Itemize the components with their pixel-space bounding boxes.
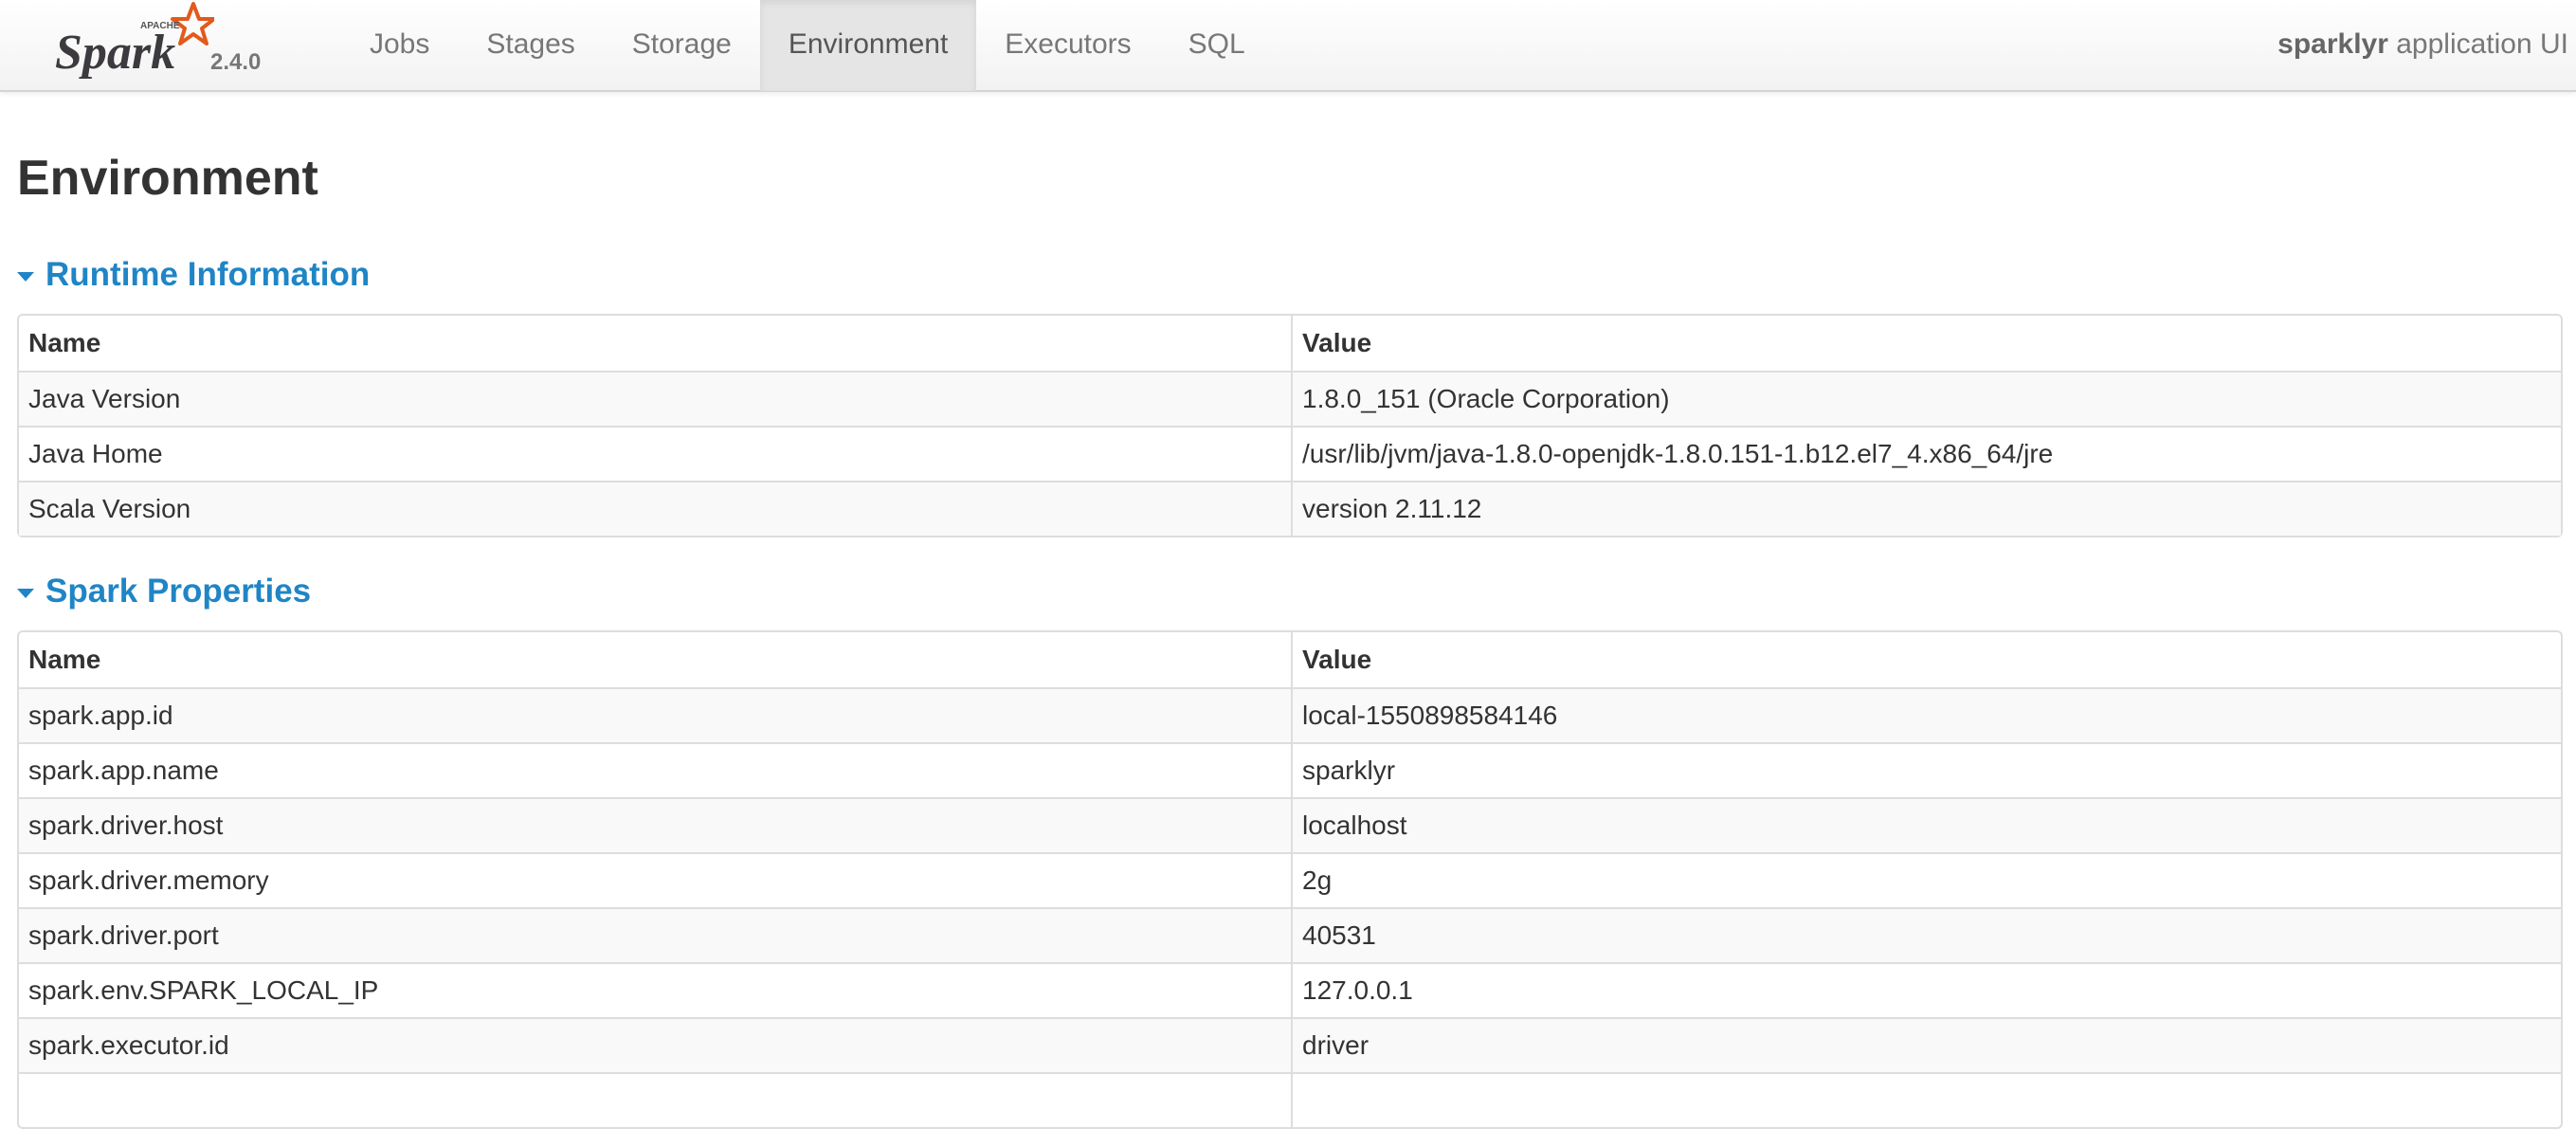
property-name: spark.app.name [19,742,1291,797]
spark-brand[interactable]: APACHE Spark 2.4.0 [53,0,281,91]
tab-environment[interactable]: Environment [759,0,977,91]
column-header-value[interactable]: Value [1291,316,2561,371]
spark-properties-table: Name Value spark.app.id local-1550898584… [17,630,2563,1129]
property-value: /usr/lib/jvm/java-1.8.0-openjdk-1.8.0.15… [1291,426,2561,481]
property-value: sparklyr [1291,742,2561,797]
nav-tabs: Jobs Stages Storage Environment Executor… [341,0,1274,91]
property-name: spark.executor.id [19,1017,1291,1072]
collapse-arrow-icon [17,272,34,282]
runtime-information-header: Runtime Information [45,256,371,293]
property-name: Scala Version [19,481,1291,536]
property-name: spark.app.id [19,687,1291,742]
page-title: Environment [17,151,318,206]
property-value: version 2.11.12 [1291,481,2561,536]
spark-properties-toggle[interactable]: Spark Properties [17,571,311,612]
spark-properties-header: Spark Properties [45,573,312,610]
table-row [19,1072,2561,1127]
property-value: driver [1291,1017,2561,1072]
property-value [1291,1072,2561,1127]
table-row: spark.executor.id driver [19,1017,2561,1072]
property-value: localhost [1291,797,2561,852]
property-value: 40531 [1291,907,2561,962]
tab-storage[interactable]: Storage [604,0,760,91]
property-value: local-1550898584146 [1291,687,2561,742]
table-row: spark.driver.port 40531 [19,907,2561,962]
property-value: 127.0.0.1 [1291,962,2561,1017]
tab-sql[interactable]: SQL [1160,0,1274,91]
runtime-information-toggle[interactable]: Runtime Information [17,254,370,296]
table-row: Java Version 1.8.0_151 (Oracle Corporati… [19,371,2561,426]
application-name: sparklyr application UI [2277,0,2568,89]
table-row: spark.app.name sparklyr [19,742,2561,797]
property-value: 1.8.0_151 (Oracle Corporation) [1291,371,2561,426]
spark-version: 2.4.0 [210,49,262,75]
property-name: spark.driver.port [19,907,1291,962]
property-name: spark.driver.memory [19,852,1291,907]
table-row: spark.driver.memory 2g [19,852,2561,907]
property-name: spark.env.SPARK_LOCAL_IP [19,962,1291,1017]
column-header-name[interactable]: Name [19,316,1291,371]
property-name [19,1072,1291,1127]
tab-executors[interactable]: Executors [976,0,1159,91]
table-row: spark.env.SPARK_LOCAL_IP 127.0.0.1 [19,962,2561,1017]
application-name-suffix: application UI [2387,28,2568,60]
property-name: Java Home [19,426,1291,481]
table-row: spark.driver.host localhost [19,797,2561,852]
collapse-arrow-icon [17,589,34,598]
column-header-value[interactable]: Value [1291,632,2561,687]
spark-logo-text: Spark [55,26,175,80]
tab-jobs[interactable]: Jobs [341,0,458,91]
application-name-bold: sparklyr [2277,28,2388,60]
property-name: Java Version [19,371,1291,426]
property-value: 2g [1291,852,2561,907]
property-name: spark.driver.host [19,797,1291,852]
table-row: Scala Version version 2.11.12 [19,481,2561,536]
table-row: spark.app.id local-1550898584146 [19,687,2561,742]
table-row: Java Home /usr/lib/jvm/java-1.8.0-openjd… [19,426,2561,481]
runtime-information-table: Name Value Java Version 1.8.0_151 (Oracl… [17,314,2563,537]
top-navbar: APACHE Spark 2.4.0 Jobs Stages Storage E… [0,0,2576,92]
spark-logo: APACHE Spark [55,2,214,80]
tab-stages[interactable]: Stages [458,0,603,91]
column-header-name[interactable]: Name [19,632,1291,687]
